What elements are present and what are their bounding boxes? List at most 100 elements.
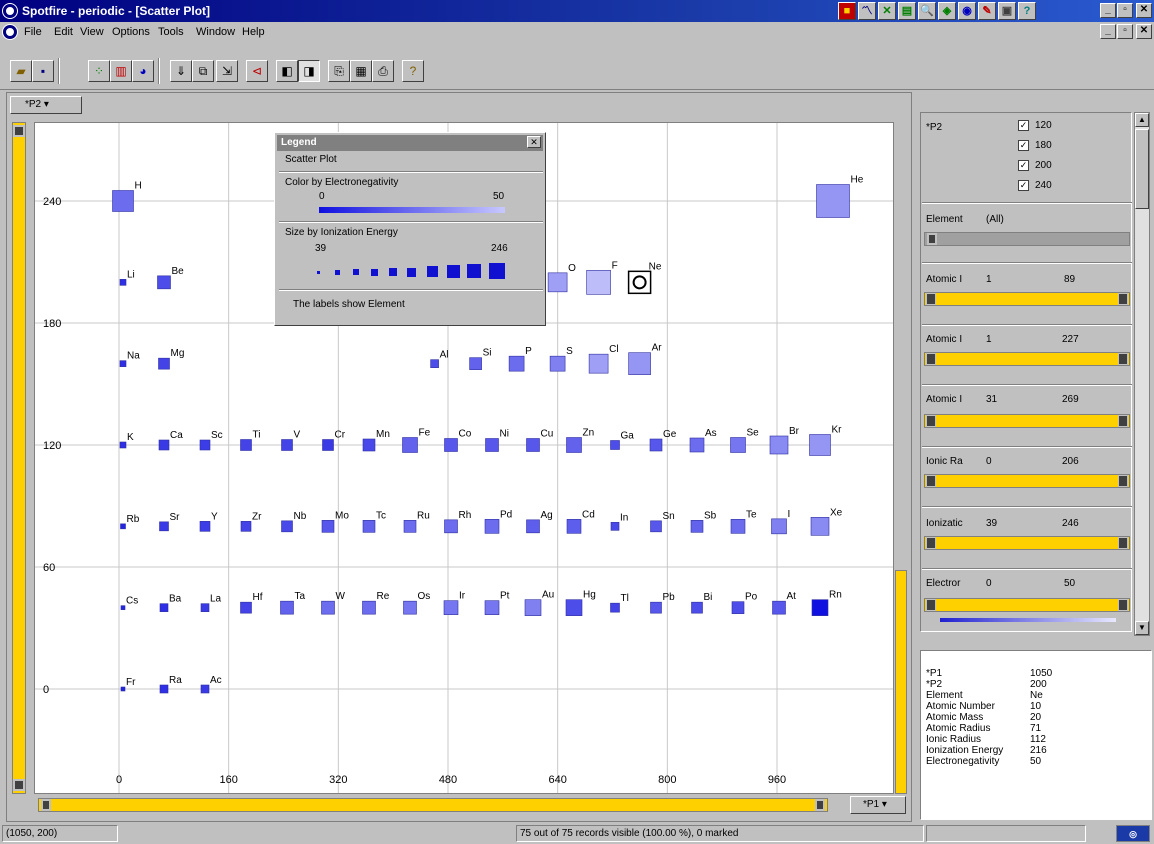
scroll-up-arrow[interactable]: ▲ xyxy=(1135,113,1149,127)
checkbox[interactable]: ✓ xyxy=(1018,120,1029,131)
data-point[interactable] xyxy=(159,684,169,694)
data-point[interactable] xyxy=(281,520,293,533)
data-point[interactable] xyxy=(443,600,459,615)
paste-icon[interactable]: ▦ xyxy=(350,60,372,82)
scroll-down-arrow[interactable]: ▼ xyxy=(1135,621,1149,635)
data-point[interactable] xyxy=(321,600,335,615)
data-point[interactable] xyxy=(484,600,500,615)
help-question-icon[interactable]: ? xyxy=(402,60,424,82)
data-point[interactable] xyxy=(508,355,525,372)
data-point[interactable] xyxy=(588,353,609,374)
y-axis-selector[interactable]: *P2 ▾ xyxy=(10,96,82,114)
data-point[interactable] xyxy=(485,438,499,452)
checkbox[interactable]: ✓ xyxy=(1018,160,1029,171)
data-point[interactable] xyxy=(120,523,126,530)
data-point[interactable] xyxy=(362,520,376,533)
data-point[interactable] xyxy=(809,434,831,456)
data-point[interactable] xyxy=(362,600,376,615)
data-point[interactable] xyxy=(586,270,611,295)
data-point[interactable] xyxy=(444,519,458,534)
chart-icon[interactable]: 〽 xyxy=(858,2,876,20)
data-point[interactable] xyxy=(526,438,540,452)
slider-thumb-bottom[interactable] xyxy=(13,779,25,791)
data-point[interactable] xyxy=(444,438,458,452)
data-point[interactable] xyxy=(811,599,829,616)
data-point[interactable] xyxy=(650,520,662,533)
slider-thumb-right[interactable] xyxy=(1118,475,1128,487)
data-point[interactable] xyxy=(240,521,252,532)
scroll-thumb[interactable] xyxy=(1135,129,1149,209)
x-axis-selector[interactable]: *P1 ▾ xyxy=(850,796,906,814)
doc-restore-button[interactable]: ▫ xyxy=(1117,24,1133,39)
data-point[interactable] xyxy=(772,600,786,615)
checkbox[interactable]: ✓ xyxy=(1018,180,1029,191)
element-search-slider[interactable] xyxy=(924,232,1130,246)
p2-checkbox-200[interactable]: ✓ 200 xyxy=(1018,160,1052,171)
open-icon[interactable]: ▰ xyxy=(10,60,32,82)
minimize-button[interactable]: _ xyxy=(1100,3,1116,18)
print-icon[interactable]: ⎙ xyxy=(372,60,394,82)
data-point[interactable] xyxy=(159,603,169,612)
range-slider[interactable] xyxy=(924,292,1130,306)
data-point[interactable] xyxy=(199,439,211,451)
size-range-slider[interactable] xyxy=(895,570,907,794)
data-point[interactable] xyxy=(403,600,417,615)
data-point[interactable] xyxy=(566,437,582,453)
slider-thumb-right[interactable] xyxy=(1118,353,1128,365)
data-point[interactable] xyxy=(628,352,651,375)
data-point[interactable] xyxy=(691,601,703,614)
slider-thumb-top[interactable] xyxy=(13,125,25,137)
slider-thumb-left[interactable] xyxy=(926,537,936,549)
slider-thumb-right[interactable] xyxy=(1118,293,1128,305)
menu-window[interactable]: Window xyxy=(196,26,235,38)
range-slider[interactable] xyxy=(924,414,1130,428)
data-point[interactable] xyxy=(158,439,170,451)
data-point[interactable] xyxy=(158,357,170,370)
data-point[interactable] xyxy=(566,519,582,534)
data-point[interactable] xyxy=(119,441,127,449)
data-point[interactable] xyxy=(730,519,746,534)
data-point[interactable] xyxy=(650,601,662,614)
export-icon[interactable]: ⇲ xyxy=(216,60,238,82)
range-slider[interactable] xyxy=(924,352,1130,366)
slider-thumb-left[interactable] xyxy=(926,415,936,427)
slider-thumb[interactable] xyxy=(927,233,937,245)
data-point[interactable] xyxy=(402,437,418,453)
slider-thumb-right[interactable] xyxy=(1118,599,1128,611)
checkbox[interactable]: ✓ xyxy=(1018,140,1029,151)
slider-thumb-left[interactable] xyxy=(926,293,936,305)
data-point[interactable] xyxy=(690,520,704,533)
data-point[interactable] xyxy=(484,519,500,534)
doc-minimize-button[interactable]: _ xyxy=(1100,24,1116,39)
data-point[interactable] xyxy=(120,605,126,610)
slider-thumb-right[interactable] xyxy=(1118,537,1128,549)
range-slider[interactable] xyxy=(924,474,1130,488)
data-point[interactable] xyxy=(200,603,210,612)
data-point[interactable] xyxy=(547,272,568,293)
data-point[interactable] xyxy=(280,600,294,615)
doc-icon[interactable] xyxy=(3,25,17,39)
slider-thumb-left[interactable] xyxy=(41,799,51,811)
data-point[interactable] xyxy=(524,599,542,616)
data-point[interactable] xyxy=(159,521,169,532)
query-devices-scrollbar[interactable]: ▲ ▼ xyxy=(1134,112,1150,636)
legend-toggle-icon[interactable]: ◨ xyxy=(298,60,320,82)
data-point[interactable] xyxy=(771,518,787,535)
x-axis-range-slider[interactable] xyxy=(38,798,828,812)
data-point[interactable] xyxy=(430,359,439,368)
p2-checkbox-240[interactable]: ✓ 240 xyxy=(1018,180,1052,191)
data-point[interactable] xyxy=(321,520,335,533)
data-point[interactable] xyxy=(610,602,620,613)
p2-checkbox-120[interactable]: ✓ 120 xyxy=(1018,120,1052,131)
slider-thumb-right[interactable] xyxy=(815,799,825,811)
slider-thumb-right[interactable] xyxy=(1118,415,1128,427)
new-window-icon[interactable]: ⧉ xyxy=(192,60,214,82)
data-point[interactable] xyxy=(322,439,334,451)
data-point[interactable] xyxy=(526,519,540,534)
data-point[interactable] xyxy=(240,601,252,614)
pie-chart-icon[interactable]: ◕ xyxy=(132,60,154,82)
data-point[interactable] xyxy=(119,279,127,286)
data-point[interactable] xyxy=(816,184,850,218)
y-axis-range-slider[interactable] xyxy=(12,122,26,794)
legend-close-button[interactable]: ✕ xyxy=(527,136,541,148)
